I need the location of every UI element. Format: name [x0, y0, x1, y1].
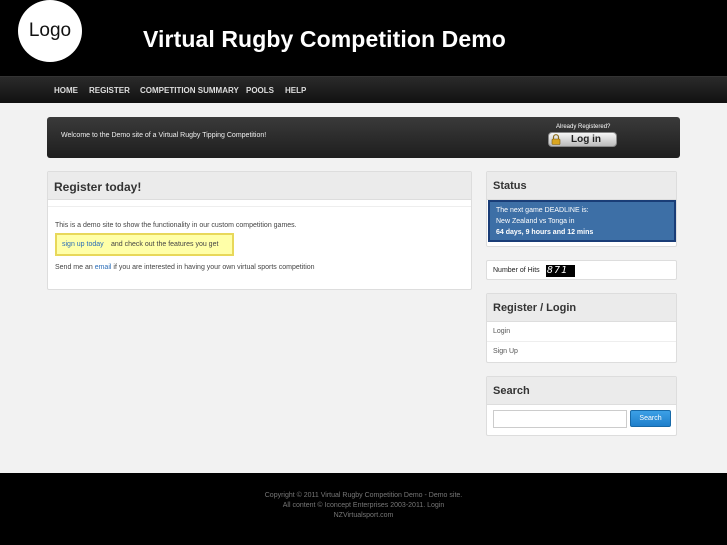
email-line-post: if you are interested in having your own… [113, 264, 315, 271]
login-label: Log in [571, 134, 601, 145]
welcome-text: Welcome to the Demo site of a Virtual Ru… [61, 132, 267, 139]
signup-menu-link[interactable]: Sign Up [493, 348, 518, 355]
deadline-line1: The next game DEADLINE is: [496, 207, 589, 214]
login-button[interactable]: Log in [548, 132, 617, 147]
divider [48, 206, 471, 207]
search-input[interactable] [493, 410, 627, 428]
status-heading: Status [487, 172, 676, 200]
nav-pools[interactable]: POOLS [246, 86, 274, 95]
signup-callout-text: and check out the features you get [111, 241, 219, 248]
footer-site-link[interactable]: NZVirtualsport.com [0, 512, 727, 519]
site-footer: Copyright © 2011 Virtual Rugby Competiti… [0, 478, 727, 545]
login-link[interactable]: Login [493, 328, 510, 335]
signup-callout: sign up today and check out the features… [55, 233, 234, 256]
logo[interactable]: Logo [18, 0, 82, 62]
hits-panel: Number of Hits 871 [486, 260, 677, 280]
nav-home[interactable]: HOME [54, 86, 78, 95]
register-login-heading: Register / Login [487, 294, 676, 322]
footer-copyright: Copyright © 2011 Virtual Rugby Competiti… [264, 492, 463, 499]
welcome-banner: Welcome to the Demo site of a Virtual Ru… [47, 117, 680, 158]
hits-label: Number of Hits [493, 267, 540, 274]
site-title: Virtual Rugby Competition Demo [143, 26, 506, 52]
deadline-line2: New Zealand vs Tonga in [496, 218, 575, 225]
search-heading: Search [487, 377, 676, 405]
content-area: Welcome to the Demo site of a Virtual Ru… [0, 103, 727, 473]
register-login-panel: Register / Login Login Sign Up [486, 293, 677, 363]
search-button[interactable]: Search [630, 410, 671, 427]
intro-text: This is a demo site to show the function… [55, 222, 297, 229]
email-line: Send me an email if you are interested i… [55, 264, 315, 271]
register-today-panel: Register today! This is a demo site to s… [47, 171, 472, 290]
register-today-heading: Register today! [48, 172, 471, 200]
deadline-box: The next game DEADLINE is: New Zealand v… [488, 200, 676, 242]
deadline-countdown: 64 days, 9 hours and 12 mins [496, 229, 594, 236]
hits-counter: 871 [546, 265, 575, 277]
nav-competition-summary[interactable]: COMPETITION SUMMARY [140, 86, 239, 95]
nav-register[interactable]: REGISTER [89, 86, 130, 95]
nav-help[interactable]: HELP [285, 86, 306, 95]
main-nav: HOME REGISTER COMPETITION SUMMARY POOLS … [0, 76, 727, 103]
email-link[interactable]: email [95, 264, 112, 271]
email-line-pre: Send me an [55, 264, 93, 271]
status-panel: Status The next game DEADLINE is: New Ze… [486, 171, 677, 247]
search-panel: Search Search [486, 376, 677, 436]
signup-link[interactable]: sign up today [62, 241, 104, 248]
footer-content-line: All content © Iconcept Enterprises 2003-… [282, 502, 445, 509]
site-header: Logo Virtual Rugby Competition Demo [0, 0, 727, 76]
divider [487, 341, 676, 342]
lock-icon [551, 134, 561, 145]
already-registered-label: Already Registered? [556, 124, 611, 130]
